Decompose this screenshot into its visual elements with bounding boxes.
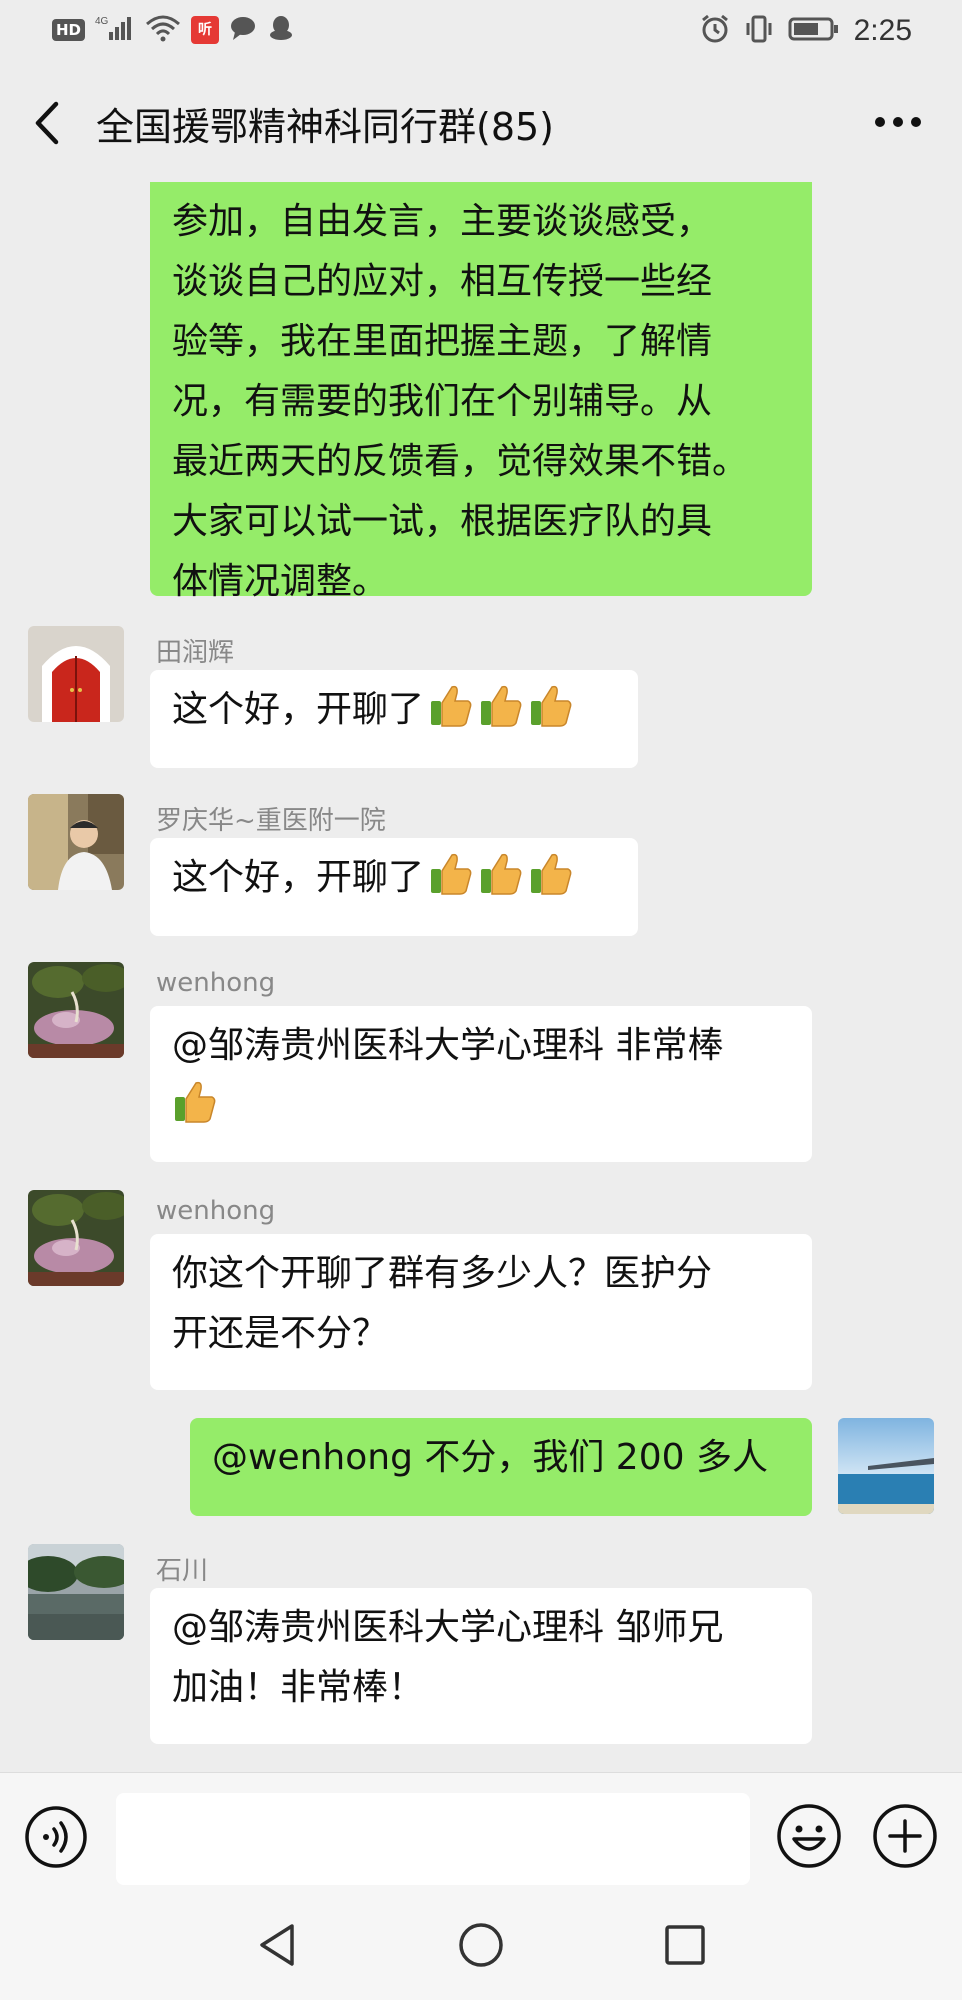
message-bubble-incoming[interactable]: @邹涛贵州医科大学心理科 邹师兄 加油！非常棒！ — [150, 1588, 812, 1744]
qq-notification-icon — [267, 14, 295, 46]
emoji-icon[interactable] — [776, 1803, 842, 1869]
thumbs-up-icon — [531, 685, 572, 727]
message-bubble-outgoing[interactable]: 参加，自由发言，主要谈谈感受， 谈谈自己的应对，相互传授一些经 验等，我在里面把… — [150, 182, 812, 602]
message-bubble-outgoing[interactable]: @wenhong 不分，我们 200 多人 — [190, 1418, 812, 1516]
vibrate-icon — [744, 14, 774, 48]
more-options-icon[interactable] — [874, 114, 922, 130]
message-line: 你这个开聊了群有多少人？医护分 — [172, 1253, 713, 1294]
message-text-input[interactable] — [116, 1793, 750, 1885]
back-arrow-icon[interactable] — [28, 98, 68, 148]
avatar[interactable] — [28, 962, 124, 1058]
sender-name: wenhong — [156, 968, 276, 998]
avatar[interactable] — [28, 1544, 124, 1640]
message-input-bar — [0, 1772, 962, 1890]
sender-name: 罗庆华~重医附一院 — [156, 806, 386, 836]
message-bubble-incoming[interactable]: @邹涛贵州医科大学心理科 非常棒 — [150, 1006, 812, 1162]
status-bar: HD 4G 听 2:25 — [0, 0, 962, 64]
app-notification-icon: 听 — [191, 16, 220, 44]
message-line: 大家可以试一试，根据医疗队的具 — [172, 501, 713, 542]
sender-name: 石川 — [156, 1556, 209, 1586]
message-text: 这个好，开聊了 — [172, 857, 425, 898]
nav-recents-icon[interactable] — [660, 1920, 710, 1970]
message-text: @邹涛贵州医科大学心理科 非常棒 — [172, 1025, 724, 1066]
chat-header: 全国援鄂精神科同行群(85) — [0, 64, 962, 182]
message-bubble-incoming[interactable]: 你这个开聊了群有多少人？医护分 开还是不分？ — [150, 1234, 812, 1390]
thumbs-up-icon — [531, 853, 572, 895]
message-bubble-incoming[interactable]: 这个好，开聊了 — [150, 670, 638, 768]
nav-home-icon[interactable] — [456, 1920, 506, 1970]
self-avatar[interactable] — [838, 1418, 934, 1514]
thumbs-up-icon — [481, 853, 522, 895]
message-list[interactable]: 参加，自由发言，主要谈谈感受， 谈谈自己的应对，相互传授一些经 验等，我在里面把… — [0, 182, 962, 1772]
chat-title: 全国援鄂精神科同行群(85) — [96, 105, 555, 149]
thumbs-up-icon — [431, 853, 472, 895]
message-text: @wenhong 不分，我们 200 多人 — [212, 1437, 768, 1478]
alarm-icon — [700, 14, 730, 48]
system-navigation-bar — [0, 1890, 962, 2000]
message-line: 参加，自由发言，主要谈谈感受， — [172, 201, 713, 242]
sender-name: wenhong — [156, 1196, 276, 1226]
clock: 2:25 — [853, 14, 912, 47]
chat-notification-icon — [229, 14, 257, 46]
message-line: 况，有需要的我们在个别辅导。从 — [172, 381, 713, 422]
message-bubble-incoming[interactable]: 这个好，开聊了 — [150, 838, 638, 936]
message-line: 体情况调整。 — [172, 561, 389, 602]
message-line: 最近两天的反馈看，觉得效果不错。 — [172, 441, 749, 482]
plus-icon[interactable] — [872, 1803, 938, 1869]
message-line: 开还是不分？ — [172, 1313, 389, 1354]
message-text: 这个好，开聊了 — [172, 689, 425, 730]
hd-badge: HD — [52, 19, 86, 41]
battery-icon — [788, 15, 840, 47]
wifi-icon — [145, 14, 181, 46]
avatar[interactable] — [28, 626, 124, 722]
cellular-signal-icon: 4G — [95, 14, 135, 46]
message-line: 验等，我在里面把握主题，了解情 — [172, 321, 713, 362]
avatar[interactable] — [28, 794, 124, 890]
nav-back-icon[interactable] — [252, 1920, 302, 1970]
message-line: 谈谈自己的应对，相互传授一些经 — [172, 261, 713, 302]
thumbs-up-icon — [481, 685, 522, 727]
network-type-label: 4G — [95, 16, 109, 27]
message-line: 加油！非常棒！ — [172, 1667, 425, 1708]
message-line: @邹涛贵州医科大学心理科 邹师兄 — [172, 1607, 724, 1648]
thumbs-up-icon — [431, 685, 472, 727]
thumbs-up-icon — [175, 1081, 216, 1123]
voice-icon[interactable] — [24, 1805, 88, 1869]
avatar[interactable] — [28, 1190, 124, 1286]
sender-name: 田润辉 — [156, 638, 235, 668]
